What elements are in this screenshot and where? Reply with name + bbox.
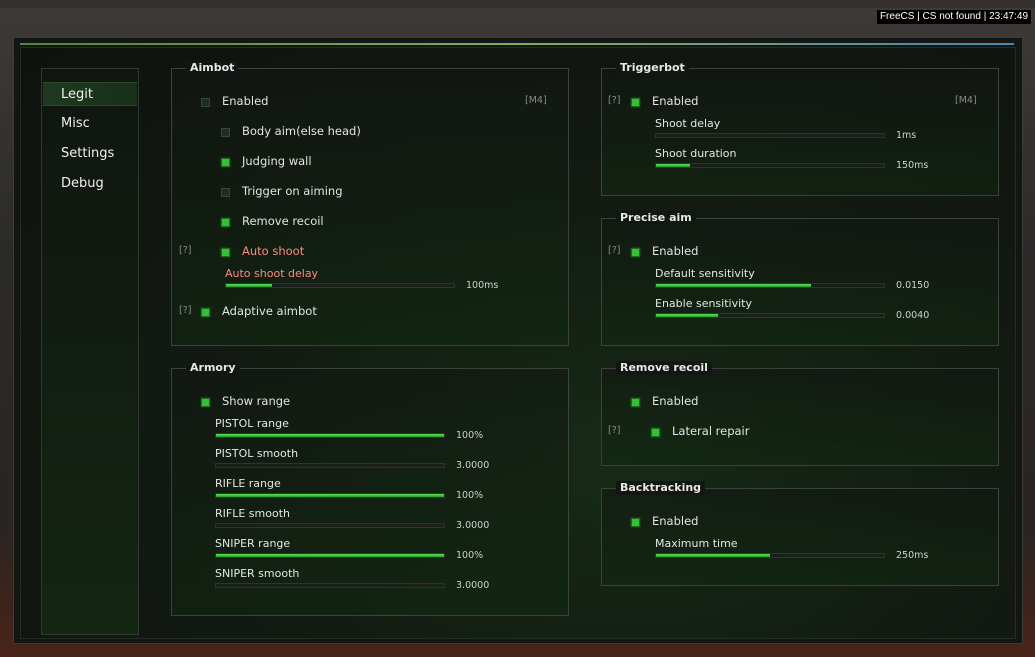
auto-shoot-delay-slider[interactable] <box>225 283 455 288</box>
enable-sensitivity-value: 0.0040 <box>896 310 930 321</box>
maximum-time-slider[interactable] <box>655 553 885 558</box>
pistol-smooth-label: PISTOL smooth <box>215 447 299 460</box>
body-aim-label: Body aim(else head) <box>242 124 361 138</box>
triggerbot-title: Triggerbot <box>616 61 689 75</box>
shoot-duration-fill <box>656 164 691 167</box>
shoot-delay-value: 1ms <box>896 130 917 141</box>
sidebar-item-misc[interactable]: Misc <box>43 112 137 136</box>
menu-window: Legit Misc Settings Debug Aimbot Enabled… <box>13 37 1023 644</box>
watermark: FreeCS | CS not found | 23:47:49 <box>876 10 1031 24</box>
triggerbot-enabled-label: Enabled <box>652 94 699 108</box>
show-range-label: Show range <box>222 394 291 408</box>
sniper-range-label: SNIPER range <box>215 537 291 550</box>
sidebar-item-debug[interactable]: Debug <box>43 172 137 196</box>
adaptive-aimbot-label: Adaptive aimbot <box>222 304 317 318</box>
aimbot-group: Aimbot Enabled [M4] Body aim(else head) … <box>171 61 569 346</box>
default-sensitivity-label: Default sensitivity <box>655 267 755 280</box>
backtracking-enabled-checkbox[interactable] <box>631 518 640 527</box>
sidebar-item-legit[interactable]: Legit <box>43 82 137 106</box>
auto-shoot-delay-value: 100ms <box>466 280 499 291</box>
shoot-delay-slider[interactable] <box>655 133 885 138</box>
precise-aim-enabled-label: Enabled <box>652 244 699 258</box>
triggerbot-help[interactable]: [?] <box>608 95 620 106</box>
adaptive-aimbot-checkbox[interactable] <box>201 308 210 317</box>
auto-shoot-delay-fill <box>226 284 272 287</box>
rifle-smooth-value: 3.0000 <box>456 520 490 531</box>
auto-shoot-delay-label: Auto shoot delay <box>225 267 319 280</box>
backtracking-title: Backtracking <box>616 481 706 495</box>
judging-wall-label: Judging wall <box>242 154 312 168</box>
lateral-repair-checkbox[interactable] <box>651 428 660 437</box>
auto-shoot-help[interactable]: [?] <box>179 245 191 256</box>
precise-aim-help[interactable]: [?] <box>608 245 620 256</box>
enable-sensitivity-slider[interactable] <box>655 313 885 318</box>
body-aim-checkbox[interactable] <box>221 128 230 137</box>
accent-line <box>20 43 1014 45</box>
sidebar: Legit Misc Settings Debug <box>41 68 139 635</box>
sniper-range-slider[interactable] <box>215 553 445 558</box>
aimbot-enabled-label: Enabled <box>222 94 269 108</box>
shoot-duration-label: Shoot duration <box>655 147 737 160</box>
remove-recoil-group: Remove recoil Enabled [?] Lateral repair <box>601 361 999 466</box>
sniper-range-value: 100% <box>456 550 484 561</box>
maximum-time-label: Maximum time <box>655 537 738 550</box>
aimbot-title: Aimbot <box>186 61 239 75</box>
rifle-range-label: RIFLE range <box>215 477 281 490</box>
aimbot-enabled-checkbox[interactable] <box>201 98 210 107</box>
menu-content: Legit Misc Settings Debug Aimbot Enabled… <box>20 47 1016 639</box>
enable-sensitivity-label: Enable sensitivity <box>655 297 752 310</box>
backtracking-group: Backtracking Enabled Maximum time 250ms <box>601 481 999 586</box>
show-range-checkbox[interactable] <box>201 398 210 407</box>
aimbot-enabled-key[interactable]: [M4] <box>525 95 547 106</box>
judging-wall-checkbox[interactable] <box>221 158 230 167</box>
rifle-range-slider[interactable] <box>215 493 445 498</box>
sidebar-item-settings[interactable]: Settings <box>43 142 137 166</box>
maximum-time-value: 250ms <box>896 550 929 561</box>
pistol-range-label: PISTOL range <box>215 417 289 430</box>
armory-group: Armory Show range PISTOL range 100% PIST… <box>171 361 569 616</box>
top-strip <box>0 0 1035 8</box>
remove-recoil-checkbox[interactable] <box>221 218 230 227</box>
rifle-smooth-label: RIFLE smooth <box>215 507 290 520</box>
sniper-smooth-value: 3.0000 <box>456 580 490 591</box>
remove-recoil-label: Remove recoil <box>242 214 324 228</box>
auto-shoot-checkbox[interactable] <box>221 248 230 257</box>
adaptive-aimbot-help[interactable]: [?] <box>179 305 191 316</box>
auto-shoot-label: Auto shoot <box>242 244 305 258</box>
triggerbot-group: Triggerbot [?] Enabled [M4] Shoot delay … <box>601 61 999 196</box>
pistol-range-fill <box>216 434 444 437</box>
sniper-smooth-slider[interactable] <box>215 583 445 588</box>
rifle-range-value: 100% <box>456 490 484 501</box>
triggerbot-enabled-checkbox[interactable] <box>631 98 640 107</box>
default-sensitivity-value: 0.0150 <box>896 280 930 291</box>
remove-recoil-enabled-checkbox[interactable] <box>631 398 640 407</box>
sniper-range-fill <box>216 554 444 557</box>
default-sensitivity-slider[interactable] <box>655 283 885 288</box>
pistol-range-value: 100% <box>456 430 484 441</box>
sniper-smooth-label: SNIPER smooth <box>215 567 300 580</box>
triggerbot-key[interactable]: [M4] <box>955 95 977 106</box>
lateral-repair-label: Lateral repair <box>672 424 750 438</box>
shoot-duration-slider[interactable] <box>655 163 885 168</box>
trigger-on-aiming-label: Trigger on aiming <box>242 184 343 198</box>
pistol-range-slider[interactable] <box>215 433 445 438</box>
maximum-time-fill <box>656 554 770 557</box>
shoot-duration-value: 150ms <box>896 160 929 171</box>
rifle-smooth-slider[interactable] <box>215 523 445 528</box>
lateral-repair-help[interactable]: [?] <box>608 425 620 436</box>
remove-recoil-enabled-label: Enabled <box>652 394 699 408</box>
precise-aim-group: Precise aim [?] Enabled Default sensitiv… <box>601 211 999 346</box>
precise-aim-title: Precise aim <box>616 211 696 225</box>
pistol-smooth-slider[interactable] <box>215 463 445 468</box>
rifle-range-fill <box>216 494 444 497</box>
default-sensitivity-fill <box>656 284 812 287</box>
enable-sensitivity-fill <box>656 314 718 317</box>
trigger-on-aiming-checkbox[interactable] <box>221 188 230 197</box>
pistol-smooth-value: 3.0000 <box>456 460 490 471</box>
remove-recoil-title: Remove recoil <box>616 361 712 375</box>
precise-aim-enabled-checkbox[interactable] <box>631 248 640 257</box>
armory-title: Armory <box>186 361 240 375</box>
shoot-delay-label: Shoot delay <box>655 117 721 130</box>
backtracking-enabled-label: Enabled <box>652 514 699 528</box>
